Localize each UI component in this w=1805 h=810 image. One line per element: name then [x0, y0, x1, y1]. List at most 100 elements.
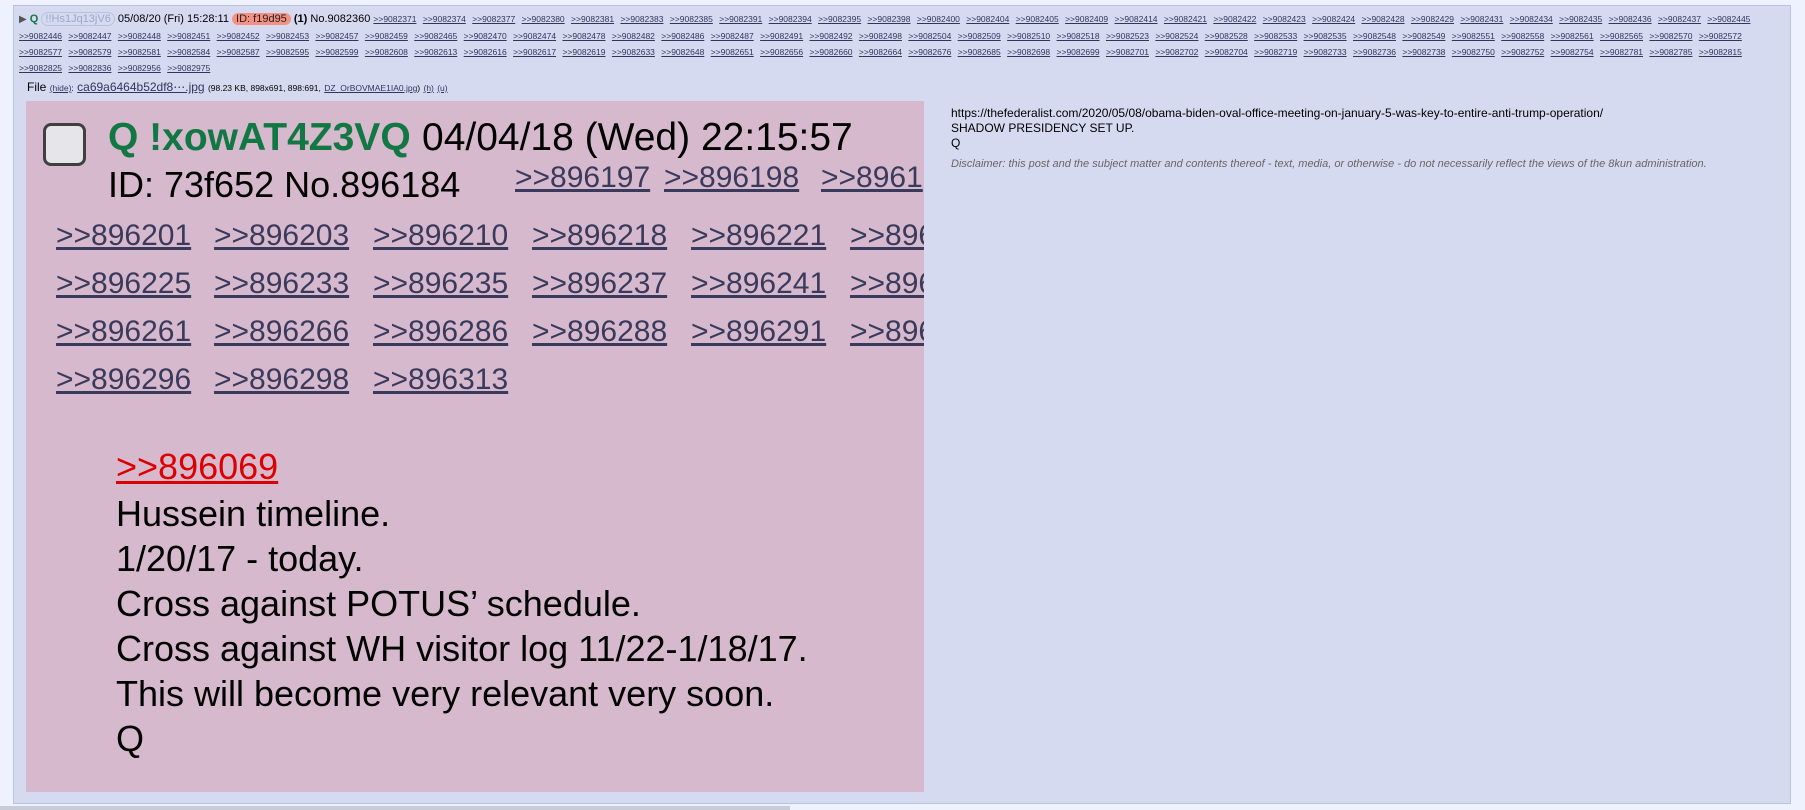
- reply-link[interactable]: >>9082651: [711, 47, 754, 57]
- reply-link[interactable]: >>9082551: [1452, 31, 1495, 41]
- reply-link[interactable]: >>9082492: [810, 31, 853, 41]
- reply-link[interactable]: >>9082660: [810, 47, 853, 57]
- reply-link[interactable]: >>9082738: [1402, 47, 1445, 57]
- reply-link[interactable]: >>9082486: [661, 31, 704, 41]
- reply-link[interactable]: >>9082465: [414, 31, 457, 41]
- reply-link[interactable]: >>9082380: [522, 14, 565, 24]
- reply-link[interactable]: >>9082478: [562, 31, 605, 41]
- reply-link[interactable]: >>9082701: [1106, 47, 1149, 57]
- reply-link[interactable]: >>9082436: [1609, 14, 1652, 24]
- reply-link[interactable]: >>9082633: [612, 47, 655, 57]
- file-link[interactable]: ca69a6464b52df8⋯.jpg: [77, 80, 204, 94]
- reply-link[interactable]: >>9082572: [1699, 31, 1742, 41]
- reply-link[interactable]: >>9082405: [1016, 14, 1059, 24]
- reply-link[interactable]: >>9082736: [1353, 47, 1396, 57]
- reply-link[interactable]: >>9082435: [1559, 14, 1602, 24]
- reply-link[interactable]: >>9082374: [423, 14, 466, 24]
- reply-link[interactable]: >>9082482: [612, 31, 655, 41]
- reply-link[interactable]: >>9082613: [414, 47, 457, 57]
- reply-link[interactable]: >>9082825: [19, 63, 62, 73]
- reply-link[interactable]: >>9082785: [1649, 47, 1692, 57]
- reply-link[interactable]: >>9082719: [1254, 47, 1297, 57]
- reply-link[interactable]: >>9082595: [266, 47, 309, 57]
- reply-link[interactable]: >>9082570: [1649, 31, 1692, 41]
- reply-link[interactable]: >>9082491: [760, 31, 803, 41]
- reply-link[interactable]: >>9082975: [167, 63, 210, 73]
- reply-link[interactable]: >>9082398: [867, 14, 910, 24]
- reply-link[interactable]: >>9082664: [859, 47, 902, 57]
- reply-link[interactable]: >>9082956: [118, 63, 161, 73]
- reply-link[interactable]: >>9082470: [464, 31, 507, 41]
- reply-link[interactable]: >>9082422: [1213, 14, 1256, 24]
- reply-link[interactable]: >>9082428: [1362, 14, 1405, 24]
- hash-link[interactable]: (h): [423, 83, 433, 93]
- reply-link[interactable]: >>9082648: [661, 47, 704, 57]
- reply-link[interactable]: >>9082381: [571, 14, 614, 24]
- reply-link[interactable]: >>9082383: [620, 14, 663, 24]
- reply-link[interactable]: >>9082561: [1551, 31, 1594, 41]
- reply-link[interactable]: >>9082431: [1460, 14, 1503, 24]
- reply-link[interactable]: >>9082452: [217, 31, 260, 41]
- reply-link[interactable]: >>9082616: [464, 47, 507, 57]
- reply-link[interactable]: >>9082619: [562, 47, 605, 57]
- reply-link[interactable]: >>9082579: [68, 47, 111, 57]
- reply-link[interactable]: >>9082394: [769, 14, 812, 24]
- reply-link[interactable]: >>9082395: [818, 14, 861, 24]
- reply-link[interactable]: >>9082434: [1510, 14, 1553, 24]
- reply-link[interactable]: >>9082704: [1205, 47, 1248, 57]
- reply-link[interactable]: >>9082699: [1057, 47, 1100, 57]
- reply-link[interactable]: >>9082535: [1304, 31, 1347, 41]
- reply-link[interactable]: >>9082371: [373, 14, 416, 24]
- reply-link[interactable]: >>9082676: [908, 47, 951, 57]
- reply-link[interactable]: >>9082518: [1057, 31, 1100, 41]
- reply-link[interactable]: >>9082584: [167, 47, 210, 57]
- reply-link[interactable]: >>9082754: [1551, 47, 1594, 57]
- reply-link[interactable]: >>9082423: [1263, 14, 1306, 24]
- reply-link[interactable]: >>9082533: [1254, 31, 1297, 41]
- reply-link[interactable]: >>9082424: [1312, 14, 1355, 24]
- reply-link[interactable]: >>9082446: [19, 31, 62, 41]
- reply-link[interactable]: >>9082457: [315, 31, 358, 41]
- reply-link[interactable]: >>9082421: [1164, 14, 1207, 24]
- reply-link[interactable]: >>9082510: [1007, 31, 1050, 41]
- reply-link[interactable]: >>9082377: [472, 14, 515, 24]
- reply-link[interactable]: >>9082733: [1304, 47, 1347, 57]
- reply-link[interactable]: >>9082815: [1699, 47, 1742, 57]
- reply-link[interactable]: >>9082617: [513, 47, 556, 57]
- reply-link[interactable]: >>9082750: [1452, 47, 1495, 57]
- reply-link[interactable]: >>9082523: [1106, 31, 1149, 41]
- reply-link[interactable]: >>9082404: [966, 14, 1009, 24]
- reply-link[interactable]: >>9082549: [1402, 31, 1445, 41]
- unique-link[interactable]: (u): [437, 83, 447, 93]
- reply-link[interactable]: >>9082698: [1007, 47, 1050, 57]
- expand-triangle-icon[interactable]: ▶: [19, 14, 27, 25]
- reply-link[interactable]: >>9082448: [118, 31, 161, 41]
- reply-link[interactable]: >>9082599: [315, 47, 358, 57]
- reply-link[interactable]: >>9082385: [670, 14, 713, 24]
- reply-link[interactable]: >>9082400: [917, 14, 960, 24]
- message-url[interactable]: https://thefederalist.com/2020/05/08/oba…: [951, 106, 1791, 121]
- reply-link[interactable]: >>9082656: [760, 47, 803, 57]
- reply-link[interactable]: >>9082437: [1658, 14, 1701, 24]
- reply-link[interactable]: >>9082429: [1411, 14, 1454, 24]
- reply-link[interactable]: >>9082498: [859, 31, 902, 41]
- horizontal-scrollbar[interactable]: [0, 806, 790, 810]
- reply-link[interactable]: >>9082781: [1600, 47, 1643, 57]
- poster-id-badge[interactable]: ID: f19d95: [232, 13, 291, 25]
- reply-link[interactable]: >>9082558: [1501, 31, 1544, 41]
- reply-link[interactable]: >>9082453: [266, 31, 309, 41]
- reply-link[interactable]: >>9082702: [1155, 47, 1198, 57]
- reply-link[interactable]: >>9082504: [908, 31, 951, 41]
- reply-link[interactable]: >>9082565: [1600, 31, 1643, 41]
- reply-link[interactable]: >>9082685: [958, 47, 1001, 57]
- reply-link[interactable]: >>9082509: [958, 31, 1001, 41]
- reply-link[interactable]: >>9082524: [1155, 31, 1198, 41]
- reply-link[interactable]: >>9082409: [1065, 14, 1108, 24]
- reply-link[interactable]: >>9082581: [118, 47, 161, 57]
- reply-link[interactable]: >>9082414: [1115, 14, 1158, 24]
- reply-link[interactable]: >>9082577: [19, 47, 62, 57]
- reply-link[interactable]: >>9082548: [1353, 31, 1396, 41]
- reply-link[interactable]: >>9082587: [217, 47, 260, 57]
- reply-link[interactable]: >>9082445: [1707, 14, 1750, 24]
- reply-link[interactable]: >>9082474: [513, 31, 556, 41]
